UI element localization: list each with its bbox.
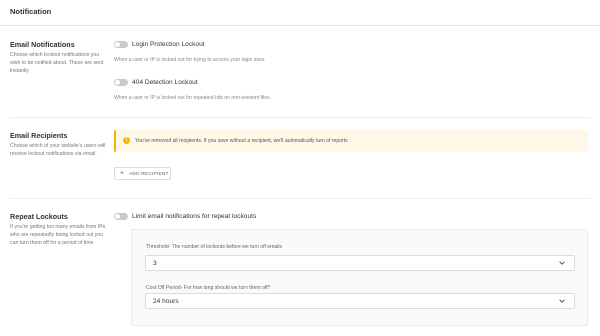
notice-text: You've removed all recipients. If you sa… <box>135 138 348 144</box>
login-protection-help: When a user or IP is locked out for tryi… <box>114 57 266 63</box>
threshold-value: 3 <box>153 260 157 267</box>
threshold-label: Threshold- The number of lockouts before… <box>146 244 282 250</box>
email-recipients-title: Email Recipients <box>10 131 68 140</box>
login-protection-label: Login Protection Lockout <box>132 41 205 48</box>
cool-off-select[interactable]: 24 hours <box>145 293 575 309</box>
no-recipients-notice: ! You've removed all recipients. If you … <box>114 130 588 152</box>
page-title: Notification <box>10 7 52 16</box>
plus-icon: + <box>120 170 125 177</box>
repeat-lockouts-title: Repeat Lockouts <box>10 212 68 221</box>
warning-icon: ! <box>123 137 130 144</box>
repeat-lockouts-toggle[interactable] <box>114 213 128 220</box>
toggle-knob <box>115 80 120 85</box>
404-detection-toggle[interactable] <box>114 79 128 86</box>
email-notifications-description: Choose which lockout notifications you w… <box>10 52 104 75</box>
section-divider <box>10 117 590 118</box>
repeat-lockouts-description: If you're getting too many emails from I… <box>10 224 106 247</box>
page-header: Notification <box>0 0 600 26</box>
cool-off-value: 24 hours <box>153 298 179 305</box>
404-detection-label: 404 Detection Lockout <box>132 79 198 86</box>
add-recipient-label: ADD RECIPIENT <box>129 172 169 177</box>
repeat-lockouts-settings-panel: Threshold- The number of lockouts before… <box>131 229 588 326</box>
add-recipient-button[interactable]: + ADD RECIPIENT <box>114 167 171 180</box>
email-recipients-description: Choose which of your website's users wil… <box>10 143 106 158</box>
toggle-knob <box>115 42 120 47</box>
toggle-knob <box>115 214 120 219</box>
email-notifications-title: Email Notifications <box>10 40 75 49</box>
cool-off-label: Cool Off Period- For how long should we … <box>146 285 271 291</box>
404-detection-help: When a user or IP is locked out for repe… <box>114 95 272 101</box>
chevron-down-icon <box>559 299 565 303</box>
threshold-select[interactable]: 3 <box>145 255 575 271</box>
chevron-down-icon <box>559 261 565 265</box>
section-divider <box>10 198 590 199</box>
repeat-lockouts-label: Limit email notifications for repeat loc… <box>132 213 257 220</box>
login-protection-toggle[interactable] <box>114 41 128 48</box>
